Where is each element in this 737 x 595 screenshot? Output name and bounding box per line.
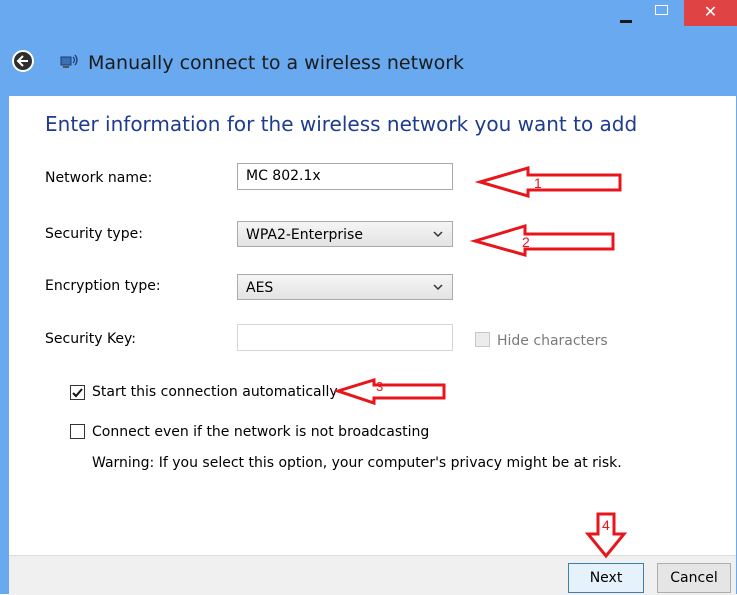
next-button[interactable]: Next xyxy=(568,563,644,593)
window-title: Manually connect to a wireless network xyxy=(88,52,465,74)
page-heading: Enter information for the wireless netwo… xyxy=(45,112,638,136)
encryption-type-select[interactable]: AES xyxy=(237,274,453,300)
annotation-number-1: 1 xyxy=(534,175,542,191)
back-arrow-icon xyxy=(16,55,28,67)
start-automatically-label: Start this connection automatically xyxy=(92,384,338,400)
annotation-arrow-2: 2 xyxy=(470,223,615,257)
privacy-warning-text: Warning: If you select this option, your… xyxy=(92,455,622,471)
connect-even-label: Connect even if the network is not broad… xyxy=(92,424,430,440)
encryption-type-label: Encryption type: xyxy=(45,278,161,294)
security-key-input[interactable] xyxy=(237,324,453,351)
close-button[interactable]: ✕ xyxy=(684,0,737,26)
security-key-label: Security Key: xyxy=(45,331,137,347)
security-type-label: Security type: xyxy=(45,226,143,242)
annotation-arrow-4: 4 xyxy=(584,512,628,559)
back-button[interactable] xyxy=(12,50,34,72)
annotation-number-2: 2 xyxy=(522,234,530,250)
checkmark-icon xyxy=(72,388,83,398)
window-left-border xyxy=(0,96,9,594)
wireless-network-icon xyxy=(60,54,78,68)
cancel-button[interactable]: Cancel xyxy=(657,563,731,593)
hide-characters-checkbox[interactable] xyxy=(475,332,490,347)
chevron-down-icon xyxy=(433,284,443,291)
maximize-button[interactable] xyxy=(641,0,682,26)
network-name-value: MC 802.1x xyxy=(246,168,321,184)
annotation-number-4: 4 xyxy=(602,517,610,533)
connect-even-checkbox[interactable] xyxy=(70,424,85,439)
annotation-arrow-1: 1 xyxy=(474,166,622,198)
minimize-button[interactable] xyxy=(611,0,641,26)
encryption-type-value: AES xyxy=(246,280,274,296)
chevron-down-icon xyxy=(433,231,443,238)
hide-characters-label: Hide characters xyxy=(497,333,608,349)
close-icon: ✕ xyxy=(703,2,718,21)
security-type-value: WPA2-Enterprise xyxy=(246,227,363,243)
start-automatically-checkbox[interactable] xyxy=(70,385,85,400)
annotation-number-3: 3 xyxy=(376,379,383,394)
security-type-select[interactable]: WPA2-Enterprise xyxy=(237,221,453,247)
network-name-label: Network name: xyxy=(45,170,153,186)
annotation-arrow-3: 3 xyxy=(333,377,446,406)
network-name-input[interactable]: MC 802.1x xyxy=(237,163,453,190)
